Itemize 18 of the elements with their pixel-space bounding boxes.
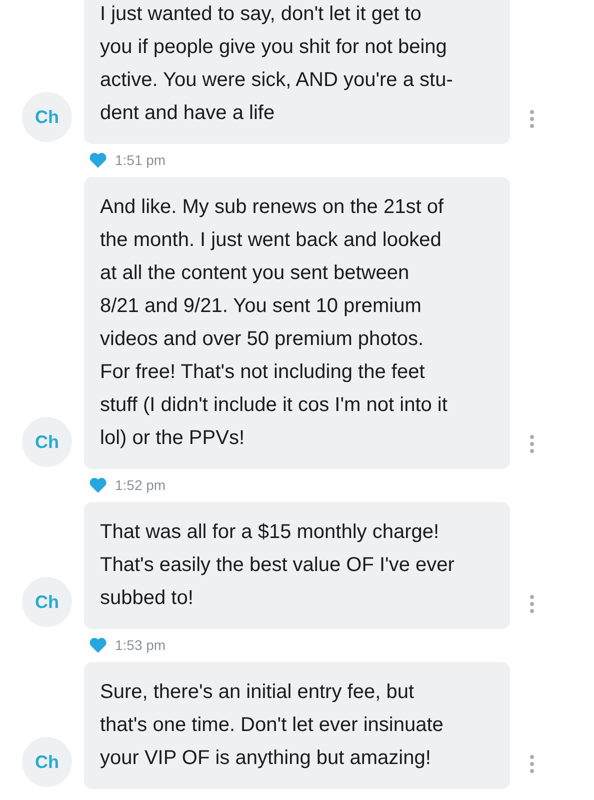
avatar: Ch [22,92,72,142]
more-options-icon[interactable] [530,755,534,773]
message-time: 1:52 pm [115,477,166,493]
heart-icon[interactable] [89,152,107,168]
message-time: 1:51 pm [115,152,166,168]
message-text: And like. My sub renews on the 21st of the month. I just went back and looked at all the content you sent between 8/21 and 9/21. You sent 10 premium videos and over 50 premium photos. For free! That's not including the feet stuff (I didn't include it cos I'm not into it lol) or the PPVs! [84,177,510,469]
avatar: Ch [22,417,72,467]
more-options-icon[interactable] [530,595,534,613]
heart-icon[interactable] [89,477,107,493]
heart-icon[interactable] [89,637,107,653]
message-text: I just wanted to say, don't let it get to you if people give you shit for not being active. You were sick, AND you're a stu- dent and have a life [84,0,510,144]
message-text: That was all for a $15 monthly charge! That's easily the best value OF I've ever subbed to! [84,502,510,629]
more-options-icon[interactable] [530,435,534,453]
avatar: Ch [22,737,72,787]
message-time: 1:53 pm [115,637,166,653]
message-text: Sure, there's an initial entry fee, but that's one time. Don't let ever insinuate your VIP OF is anything but amazing! [84,662,510,789]
more-options-icon[interactable] [530,110,534,128]
avatar: Ch [22,577,72,627]
